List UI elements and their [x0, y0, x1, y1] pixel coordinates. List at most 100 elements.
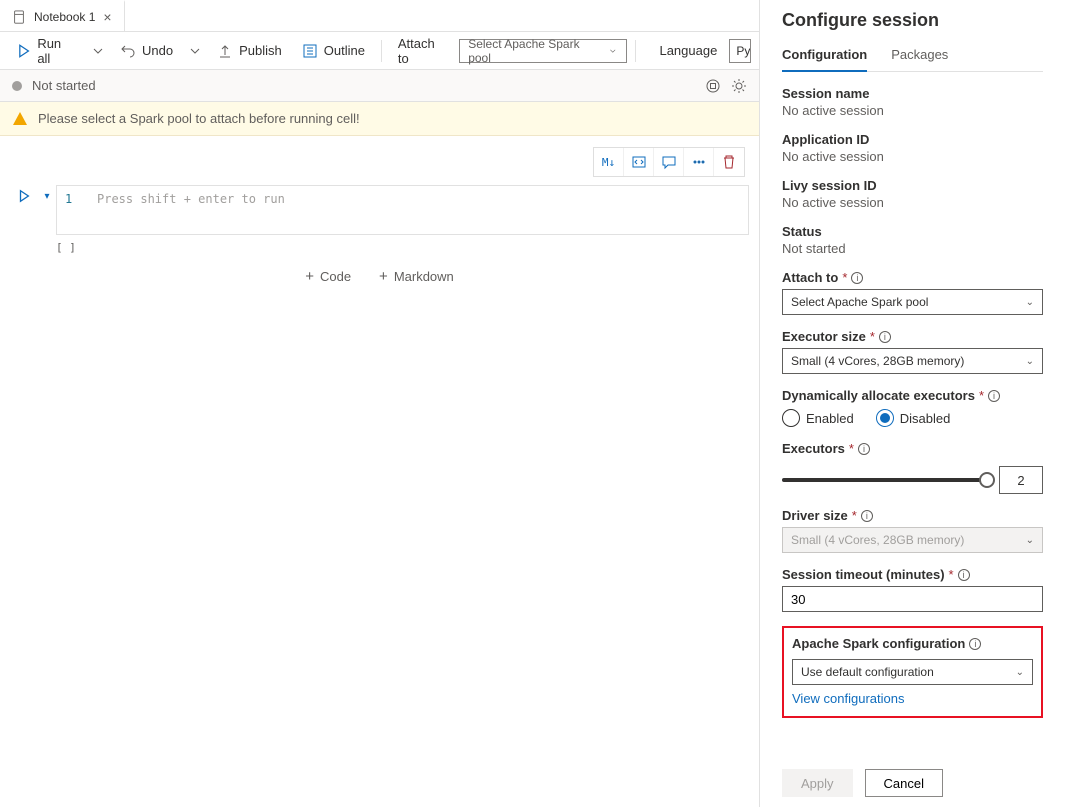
language-label: Language: [659, 43, 717, 58]
tab-configuration[interactable]: Configuration: [782, 43, 867, 72]
executor-size-label: Executor size: [782, 329, 866, 344]
warning-banner: Please select a Spark pool to attach bef…: [0, 102, 759, 136]
run-all-dropdown[interactable]: [88, 39, 108, 63]
livy-session-label: Livy session ID: [782, 178, 1043, 193]
run-cell-dropdown[interactable]: ▾: [38, 185, 56, 202]
tab-packages[interactable]: Packages: [891, 43, 948, 71]
chevron-down-icon: ⌄: [1016, 667, 1024, 678]
language-value: Py: [736, 44, 750, 58]
language-select[interactable]: Py: [729, 39, 751, 63]
cell-area: ▾ 1 Press shift + enter to run [ ] + Code…: [10, 185, 749, 285]
session-name-value: No active session: [782, 103, 1043, 118]
dyn-alloc-disabled-radio[interactable]: Disabled: [876, 409, 951, 427]
play-icon: [17, 189, 31, 203]
status-bar: Not started: [0, 70, 759, 102]
session-timeout-label: Session timeout (minutes): [782, 567, 945, 582]
notebook-tab[interactable]: Notebook 1 ×: [0, 0, 125, 31]
enabled-label: Enabled: [806, 411, 854, 426]
run-cell-button[interactable]: [10, 185, 38, 203]
executors-value[interactable]: 2: [999, 466, 1043, 494]
add-markdown-label: Markdown: [394, 269, 454, 284]
application-id-value: No active session: [782, 149, 1043, 164]
cell-expand-button[interactable]: [624, 148, 654, 176]
settings-icon[interactable]: [731, 78, 747, 94]
toolbar: Run all Undo Publish Outline Attach to S…: [0, 32, 759, 70]
undo-dropdown[interactable]: [185, 39, 205, 63]
view-configurations-link[interactable]: View configurations: [792, 691, 905, 706]
attach-to-value: Select Apache Spark pool: [791, 295, 928, 309]
dyn-alloc-enabled-radio[interactable]: Enabled: [782, 409, 854, 427]
spark-pool-select[interactable]: Select Apache Spark pool: [459, 39, 626, 63]
undo-button[interactable]: Undo: [112, 39, 181, 63]
info-icon[interactable]: i: [861, 510, 873, 522]
stop-icon[interactable]: [705, 78, 721, 94]
configure-session-panel: Configure session Configuration Packages…: [760, 0, 1065, 807]
info-icon[interactable]: i: [851, 272, 863, 284]
status-label: Status: [782, 224, 1043, 239]
executors-slider[interactable]: [782, 478, 987, 482]
outline-icon: [302, 43, 318, 59]
info-icon[interactable]: i: [958, 569, 970, 581]
code-cell[interactable]: 1 Press shift + enter to run: [56, 185, 749, 235]
panel-footer: Apply Cancel: [782, 769, 943, 797]
panel-tabs: Configuration Packages: [782, 43, 1043, 72]
add-markdown-button[interactable]: + Markdown: [379, 268, 454, 285]
add-code-button[interactable]: + Code: [305, 268, 351, 285]
info-icon[interactable]: i: [879, 331, 891, 343]
executor-size-value: Small (4 vCores, 28GB memory): [791, 354, 964, 368]
spark-config-highlight: Apache Spark configuration i Use default …: [782, 626, 1043, 718]
attach-to-label: Attach to: [782, 270, 838, 285]
notebook-icon: [12, 10, 26, 24]
tab-bar: Notebook 1 ×: [0, 0, 759, 32]
info-icon[interactable]: i: [988, 390, 1000, 402]
outline-label: Outline: [324, 43, 365, 58]
spark-pool-value: Select Apache Spark pool: [468, 37, 600, 65]
publish-button[interactable]: Publish: [209, 39, 290, 63]
cell-delete-button[interactable]: [714, 148, 744, 176]
slider-thumb[interactable]: [979, 472, 995, 488]
session-name-label: Session name: [782, 86, 1043, 101]
undo-label: Undo: [142, 43, 173, 58]
cell-more-button[interactable]: [684, 148, 714, 176]
play-icon: [16, 43, 31, 59]
radio-icon: [782, 409, 800, 427]
cell-comment-button[interactable]: [654, 148, 684, 176]
run-all-button[interactable]: Run all: [8, 32, 84, 70]
divider: [381, 40, 382, 62]
application-id-label: Application ID: [782, 132, 1043, 147]
warning-text: Please select a Spark pool to attach bef…: [38, 111, 360, 126]
attach-to-label: Attach to: [398, 36, 447, 66]
add-code-label: Code: [320, 269, 351, 284]
spark-config-select[interactable]: Use default configuration⌄: [792, 659, 1033, 685]
cell-placeholder: Press shift + enter to run: [97, 192, 285, 206]
radio-icon: [876, 409, 894, 427]
convert-markdown-button[interactable]: M↓: [594, 148, 624, 176]
info-icon[interactable]: i: [969, 638, 981, 650]
warning-icon: [12, 111, 28, 127]
plus-icon: +: [379, 268, 388, 285]
attach-to-select[interactable]: Select Apache Spark pool ⌄: [782, 289, 1043, 315]
chevron-down-icon: ⌄: [1026, 356, 1034, 367]
executor-size-select[interactable]: Small (4 vCores, 28GB memory) ⌄: [782, 348, 1043, 374]
outline-button[interactable]: Outline: [294, 39, 373, 63]
plus-icon: +: [305, 268, 314, 285]
spark-config-label: Apache Spark configuration: [792, 636, 965, 651]
status-text: Not started: [32, 78, 96, 93]
output-indicator: [ ]: [56, 241, 749, 254]
cancel-button[interactable]: Cancel: [865, 769, 943, 797]
cell-toolbar: M↓: [593, 147, 745, 177]
publish-icon: [217, 43, 233, 59]
driver-size-select: Small (4 vCores, 28GB memory)⌄: [782, 527, 1043, 553]
chevron-down-icon: ⌄: [1026, 297, 1034, 308]
panel-title: Configure session: [782, 10, 1043, 31]
disabled-label: Disabled: [900, 411, 951, 426]
session-timeout-input[interactable]: [782, 586, 1043, 612]
apply-button: Apply: [782, 769, 853, 797]
chevron-down-icon: [187, 43, 203, 59]
divider: [635, 40, 636, 62]
dyn-alloc-label: Dynamically allocate executors: [782, 388, 975, 403]
close-icon[interactable]: ×: [103, 9, 111, 25]
chevron-down-icon: [608, 46, 618, 56]
publish-label: Publish: [239, 43, 282, 58]
info-icon[interactable]: i: [858, 443, 870, 455]
